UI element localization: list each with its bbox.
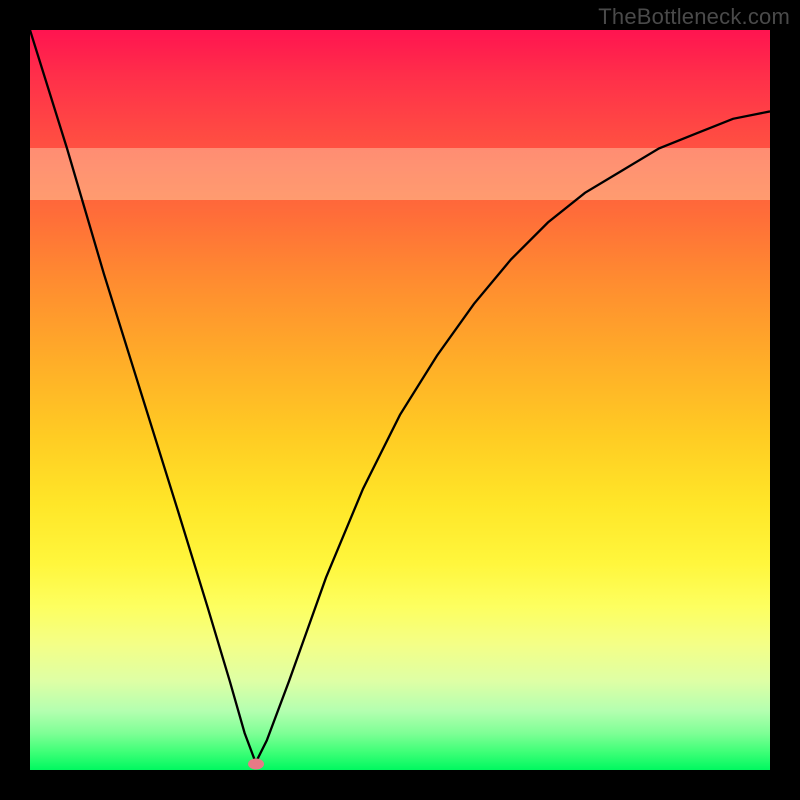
chart-frame: TheBottleneck.com bbox=[0, 0, 800, 800]
minimum-marker bbox=[248, 759, 264, 770]
watermark-text: TheBottleneck.com bbox=[598, 4, 790, 30]
bottleneck-curve bbox=[30, 30, 770, 763]
plot-area bbox=[30, 30, 770, 770]
curve-svg bbox=[30, 30, 770, 770]
